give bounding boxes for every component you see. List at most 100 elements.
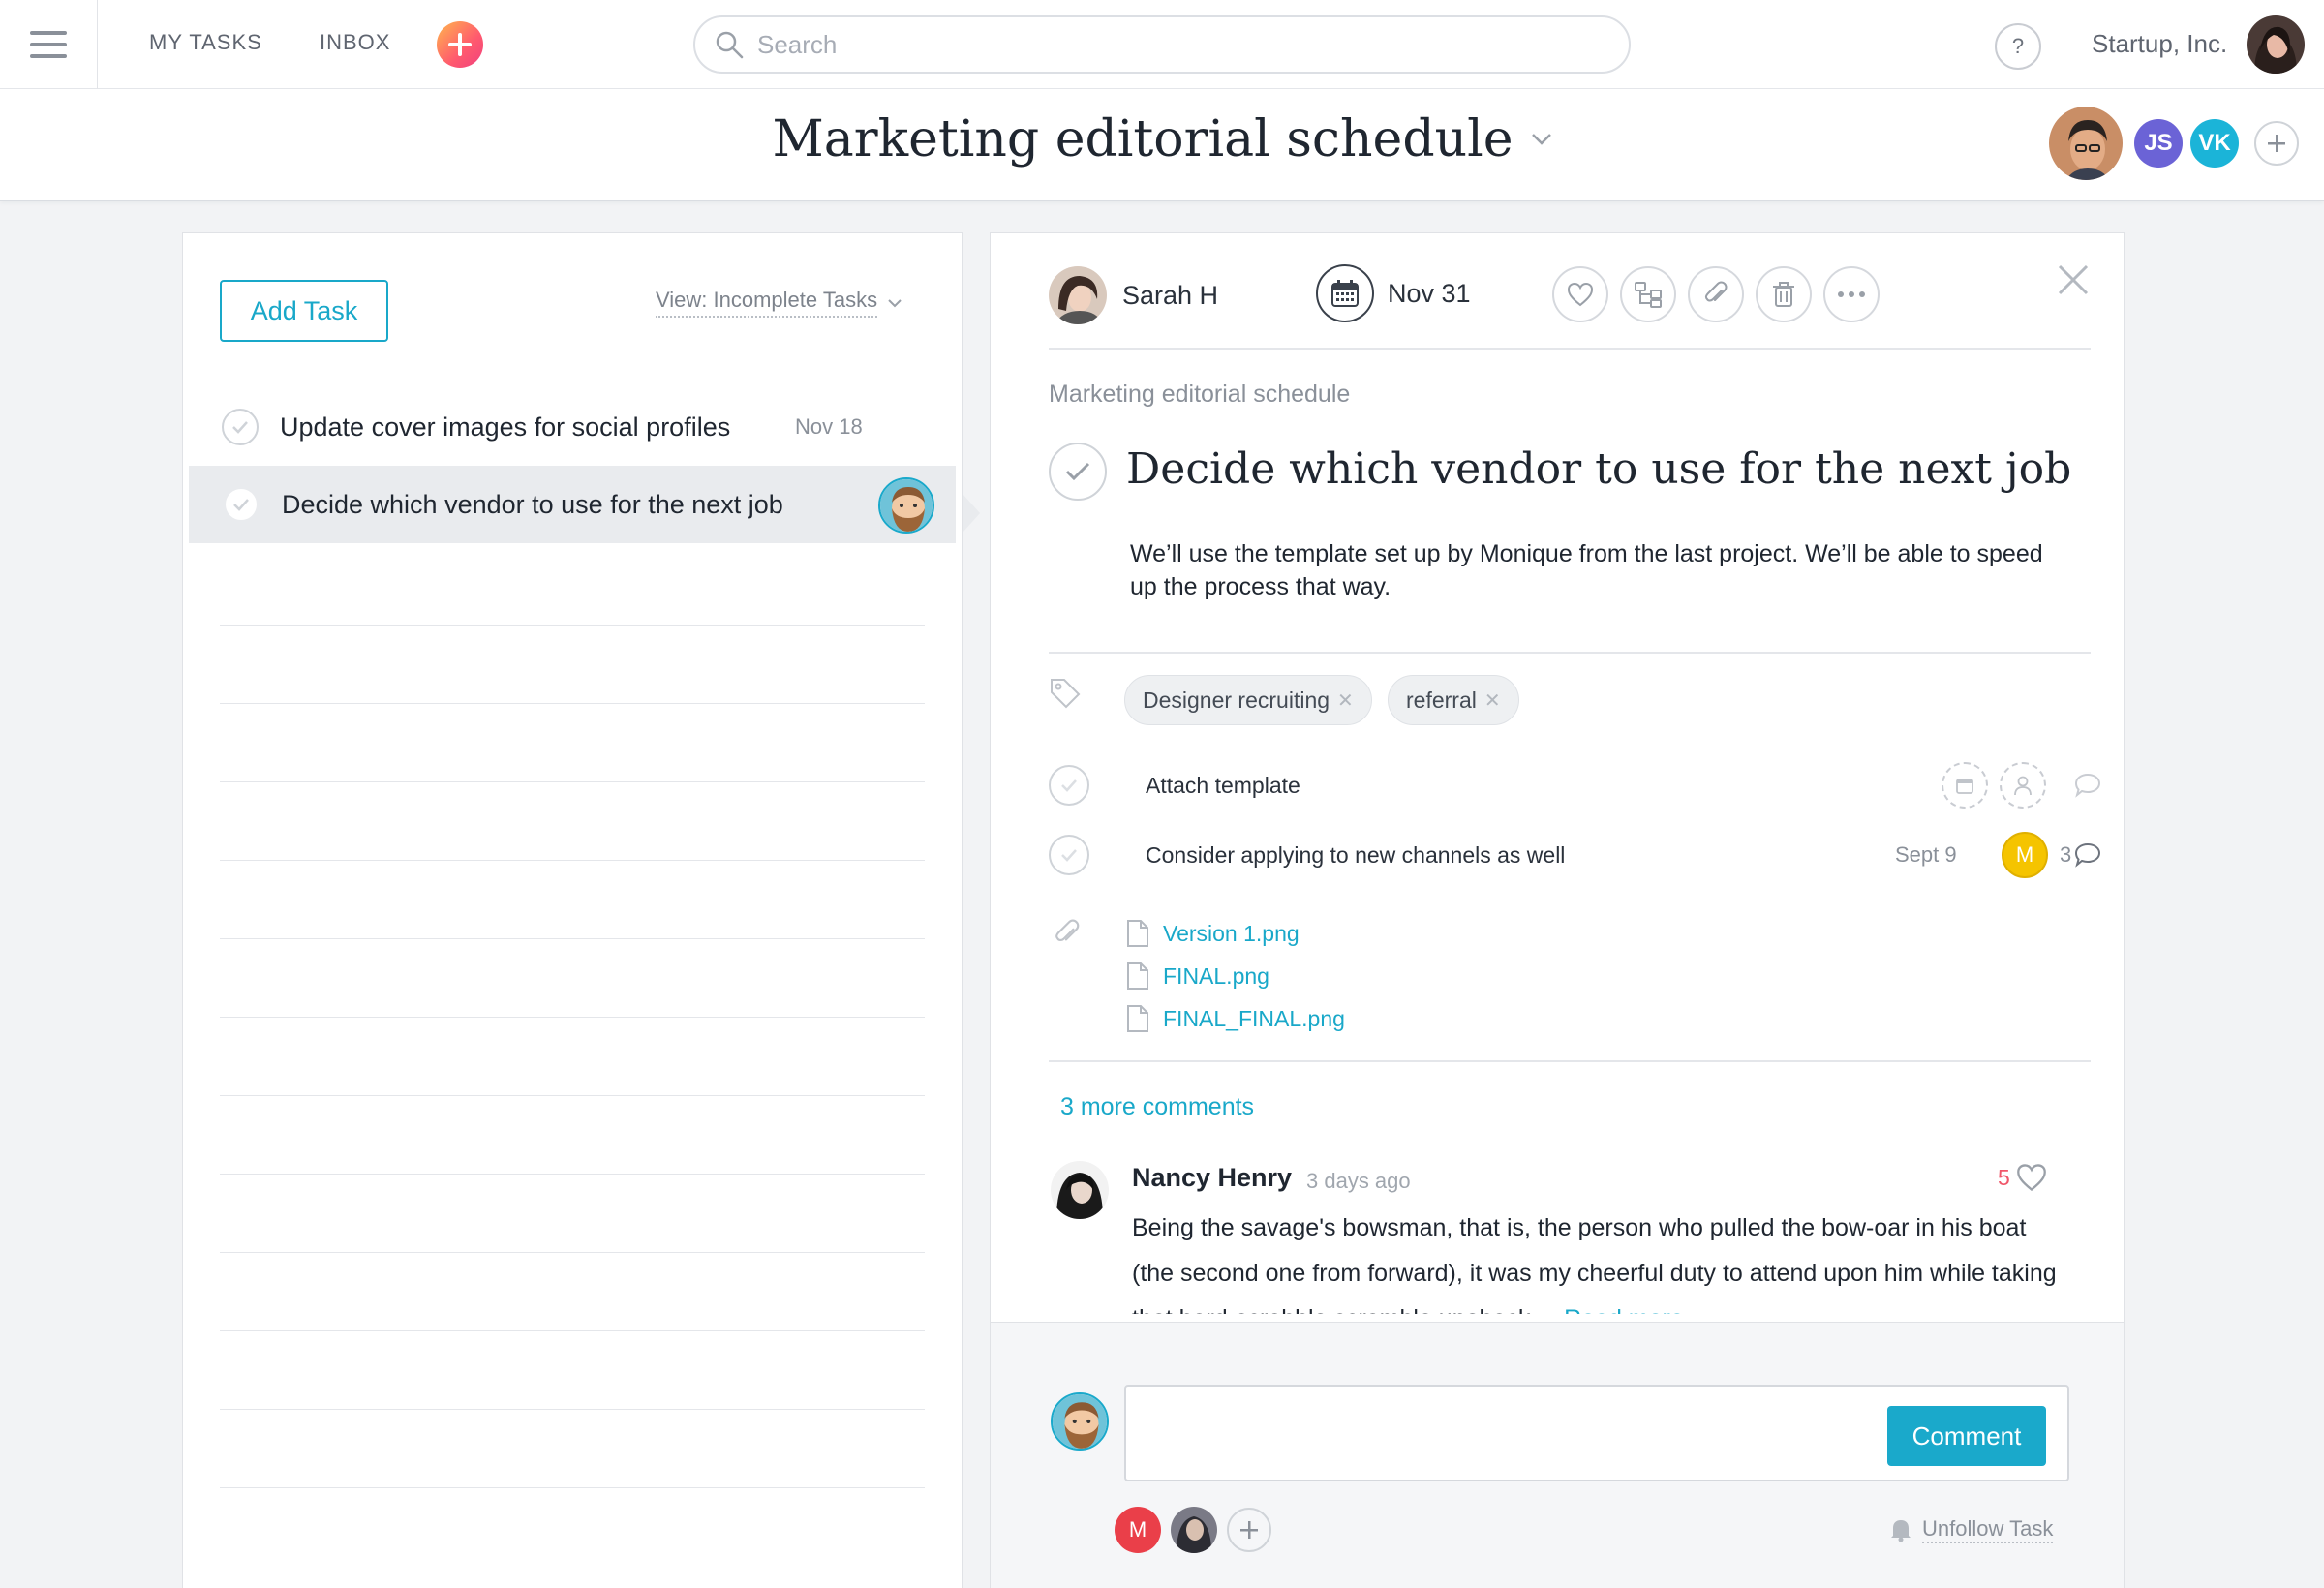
comment-composer: Comment M Unfollow Task	[991, 1322, 2124, 1588]
comment-like-button[interactable]: 5	[1998, 1163, 2047, 1192]
task-description[interactable]: We’ll use the template set up by Monique…	[1130, 537, 2060, 603]
subtask-checkbox[interactable]	[1049, 765, 1089, 806]
comment-author[interactable]: Nancy Henry	[1132, 1163, 1292, 1193]
subtask-assignee-avatar[interactable]: M	[2002, 832, 2048, 878]
member-avatar-vk[interactable]: VK	[2190, 119, 2239, 168]
attachment-name: FINAL.png	[1163, 962, 1269, 989]
comment-input-box[interactable]: Comment	[1124, 1385, 2069, 1481]
attachment-name: FINAL_FINAL.png	[1163, 1005, 1345, 1031]
heart-icon	[1567, 282, 1594, 307]
bell-icon	[1891, 1520, 1911, 1542]
subtask-due-date-button[interactable]	[1942, 762, 1988, 809]
tag-icon	[1051, 679, 1081, 709]
bearded-avatar-image	[880, 479, 933, 532]
more-dots-icon	[1838, 291, 1865, 297]
task-list-panel: Add Task View: Incomplete Tasks Update c…	[182, 232, 963, 1588]
nav-inbox[interactable]: INBOX	[320, 30, 390, 55]
close-icon[interactable]	[2054, 260, 2093, 299]
tag-label: Designer recruiting	[1143, 687, 1330, 713]
paperclip-icon	[1055, 919, 1080, 942]
attach-file-button[interactable]	[1688, 266, 1744, 322]
heart-icon	[2016, 1164, 2046, 1192]
view-filter-dropdown[interactable]: View: Incomplete Tasks	[656, 288, 902, 318]
quick-add-button[interactable]	[437, 21, 483, 68]
read-more-link[interactable]: Read more	[1564, 1305, 1684, 1314]
project-breadcrumb[interactable]: Marketing editorial schedule	[1049, 381, 1350, 409]
attachment-name: Version 1.png	[1163, 920, 1300, 946]
comment-bubble-icon[interactable]	[2073, 841, 2102, 869]
comment-input[interactable]	[1140, 1400, 1856, 1468]
subtask-assignee-initial: M	[2015, 842, 2034, 867]
subtask-name: Consider applying to new channels as wel…	[1146, 841, 1566, 868]
file-icon	[1127, 1005, 1148, 1032]
subtask-name: Attach template	[1146, 772, 1300, 798]
attachment-link[interactable]: FINAL_FINAL.png	[1126, 1004, 1345, 1033]
task-row-selected[interactable]: Decide which vendor to use for the next …	[189, 466, 956, 543]
search-icon	[716, 31, 744, 59]
top-bar: MY TASKS INBOX ? Startup, Inc.	[0, 0, 2324, 89]
user-avatar[interactable]	[2247, 15, 2305, 74]
assignee-name: Sarah H	[1122, 280, 1219, 310]
row-divider	[220, 781, 925, 782]
subtask-assignee-button[interactable]	[2000, 762, 2046, 809]
hamburger-menu-button[interactable]	[0, 0, 98, 89]
subtask-checkbox[interactable]	[1049, 835, 1089, 875]
task-title[interactable]: Decide which vendor to use for the next …	[1126, 444, 2071, 494]
add-follower-button[interactable]	[1227, 1508, 1271, 1552]
commenter-avatar[interactable]	[1051, 1161, 1109, 1219]
task-assignee-avatar[interactable]	[878, 477, 934, 534]
person-icon	[2014, 776, 2032, 796]
remove-tag-icon[interactable]: ✕	[1484, 688, 1501, 713]
due-date-field[interactable]: Nov 31	[1316, 264, 1471, 322]
project-header: Marketing editorial schedule JS VK	[0, 89, 2324, 201]
row-divider	[220, 625, 925, 626]
assignee-field[interactable]: Sarah H	[1049, 266, 1218, 324]
follower-avatar-photo[interactable]	[1171, 1507, 1217, 1553]
commenter-avatar-image	[1051, 1161, 1109, 1219]
task-name: Decide which vendor to use for the next …	[282, 489, 783, 519]
row-divider	[220, 703, 925, 704]
tag-chip[interactable]: Designer recruiting ✕	[1124, 675, 1372, 725]
remove-tag-icon[interactable]: ✕	[1337, 688, 1354, 713]
organization-name[interactable]: Startup, Inc.	[2092, 29, 2227, 59]
tag-label: referral	[1406, 687, 1477, 713]
member-avatar-js[interactable]: JS	[2134, 119, 2183, 168]
add-task-button[interactable]: Add Task	[220, 280, 388, 342]
subtasks-button[interactable]	[1620, 266, 1676, 322]
chevron-down-icon	[1531, 134, 1551, 145]
more-comments-link[interactable]: 3 more comments	[1060, 1093, 1254, 1121]
row-divider	[220, 938, 925, 939]
member-photo-image	[2049, 107, 2123, 180]
comment-bubble-icon[interactable]	[2073, 772, 2102, 799]
like-task-button[interactable]	[1552, 266, 1608, 322]
delete-task-button[interactable]	[1756, 266, 1812, 322]
help-button[interactable]: ?	[1995, 23, 2041, 70]
check-icon	[233, 499, 249, 511]
project-members: JS VK	[2047, 105, 2299, 182]
project-title-dropdown[interactable]: Marketing editorial schedule	[772, 110, 1551, 168]
nav-my-tasks[interactable]: MY TASKS	[149, 30, 262, 55]
follower-avatar[interactable]: M	[1115, 1507, 1161, 1553]
subtask-row[interactable]: Attach template	[1049, 761, 2101, 809]
member-avatar-photo[interactable]	[2047, 105, 2125, 182]
search-bar[interactable]	[693, 15, 1631, 74]
unfollow-task-button[interactable]: Unfollow Task	[1889, 1516, 2054, 1543]
check-icon	[232, 421, 248, 434]
search-input[interactable]	[757, 29, 1532, 60]
check-icon	[1065, 462, 1090, 481]
comment-submit-button[interactable]: Comment	[1887, 1406, 2046, 1466]
more-actions-button[interactable]	[1823, 266, 1880, 322]
divider	[1049, 1060, 2091, 1062]
task-complete-toggle[interactable]	[1049, 443, 1107, 501]
attachment-link[interactable]: FINAL.png	[1126, 962, 1269, 991]
tag-chip[interactable]: referral ✕	[1388, 675, 1519, 725]
task-complete-checkbox[interactable]	[222, 409, 259, 445]
task-row[interactable]: Update cover images for social profiles …	[189, 388, 956, 466]
add-member-button[interactable]	[2254, 121, 2299, 166]
task-due-date: Nov 18	[795, 414, 863, 439]
row-divider	[220, 1330, 925, 1331]
task-complete-checkbox[interactable]	[224, 487, 259, 522]
hamburger-icon	[30, 31, 67, 58]
subtask-row[interactable]: Consider applying to new channels as wel…	[1049, 831, 2101, 879]
attachment-link[interactable]: Version 1.png	[1126, 919, 1300, 948]
